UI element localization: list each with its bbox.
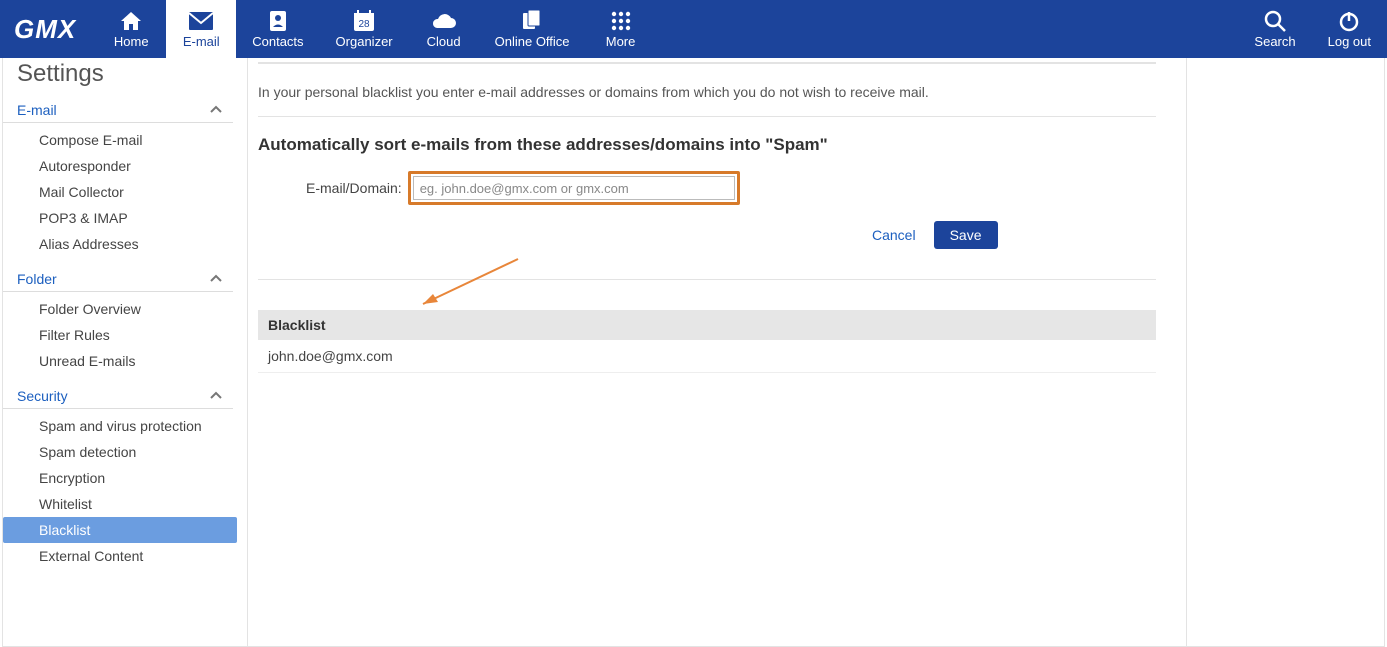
nav-item-search[interactable]: Search	[1238, 0, 1311, 58]
sidebar-item-autoresponder[interactable]: Autoresponder	[3, 153, 237, 179]
blacklist-row[interactable]: john.doe@gmx.com	[258, 340, 1156, 373]
nav-item-contacts[interactable]: Contacts	[236, 0, 319, 58]
nav-label: Online Office	[495, 34, 570, 49]
blacklist-description: In your personal blacklist you enter e-m…	[258, 63, 1156, 116]
sidebar-item-compose[interactable]: Compose E-mail	[3, 127, 237, 153]
grid-icon	[611, 10, 631, 32]
sidebar-item-pop3imap[interactable]: POP3 & IMAP	[3, 205, 237, 231]
nav-item-cloud[interactable]: Cloud	[409, 0, 479, 58]
settings-sidebar: Settings E-mail Compose E-mail Autorespo…	[3, 58, 248, 646]
nav-main: Home E-mail Contacts 28 Organizer Cloud	[96, 0, 655, 58]
nav-spacer	[656, 0, 1239, 58]
section-heading: Automatically sort e-mails from these ad…	[258, 135, 1156, 155]
nav-item-logout[interactable]: Log out	[1312, 0, 1387, 58]
save-button[interactable]: Save	[934, 221, 998, 249]
main-content: In your personal blacklist you enter e-m…	[248, 58, 1186, 646]
sidebar-item-filterrules[interactable]: Filter Rules	[3, 322, 237, 348]
nav-item-home[interactable]: Home	[96, 0, 166, 58]
sidebar-item-encryption[interactable]: Encryption	[3, 465, 237, 491]
nav-label: Organizer	[336, 34, 393, 49]
documents-icon	[520, 10, 544, 32]
sidebar-section-email[interactable]: E-mail	[3, 98, 233, 123]
chevron-up-icon	[209, 272, 223, 286]
brand-logo[interactable]: GMX	[0, 0, 96, 58]
envelope-icon	[188, 10, 214, 32]
email-domain-label: E-mail/Domain:	[306, 180, 402, 196]
right-gutter	[1186, 58, 1384, 646]
divider	[258, 116, 1156, 117]
cloud-icon	[431, 10, 457, 32]
nav-label: Home	[114, 34, 149, 49]
calendar-icon: 28	[353, 10, 375, 32]
email-domain-row: E-mail/Domain:	[306, 171, 1156, 205]
sidebar-section-security[interactable]: Security	[3, 384, 233, 409]
sidebar-item-blacklist[interactable]: Blacklist	[3, 517, 237, 543]
contacts-icon	[268, 10, 288, 32]
sidebar-item-spamdetection[interactable]: Spam detection	[3, 439, 237, 465]
nav-label: Log out	[1328, 34, 1371, 49]
nav-item-onlineoffice[interactable]: Online Office	[479, 0, 586, 58]
page-body: Settings E-mail Compose E-mail Autorespo…	[2, 58, 1385, 647]
search-icon	[1264, 10, 1286, 32]
divider	[258, 279, 1156, 280]
section-label: Folder	[17, 271, 57, 287]
nav-label: Cloud	[427, 34, 461, 49]
section-label: E-mail	[17, 102, 57, 118]
nav-label: E-mail	[183, 34, 220, 49]
sidebar-item-spamvirus[interactable]: Spam and virus protection	[3, 413, 237, 439]
cancel-button[interactable]: Cancel	[872, 227, 916, 243]
nav-item-email[interactable]: E-mail	[166, 0, 236, 58]
sidebar-section-folder[interactable]: Folder	[3, 267, 233, 292]
power-icon	[1338, 10, 1360, 32]
chevron-up-icon	[209, 389, 223, 403]
section-label: Security	[17, 388, 68, 404]
sidebar-item-whitelist[interactable]: Whitelist	[3, 491, 237, 517]
sidebar-item-folderoverview[interactable]: Folder Overview	[3, 296, 237, 322]
sidebar-item-alias[interactable]: Alias Addresses	[3, 231, 237, 257]
nav-label: Search	[1254, 34, 1295, 49]
input-highlight-annotation	[408, 171, 740, 205]
sidebar-item-externalcontent[interactable]: External Content	[3, 543, 237, 569]
nav-right: Search Log out	[1238, 0, 1387, 58]
nav-label: More	[606, 34, 636, 49]
page-title: Settings	[17, 60, 247, 88]
nav-label: Contacts	[252, 34, 303, 49]
home-icon	[119, 10, 143, 32]
nav-item-more[interactable]: More	[586, 0, 656, 58]
nav-item-organizer[interactable]: 28 Organizer	[320, 0, 409, 58]
svg-text:28: 28	[359, 19, 371, 30]
blacklist-header: Blacklist	[258, 310, 1156, 340]
form-buttons: Cancel Save	[258, 221, 1156, 249]
sidebar-item-unread[interactable]: Unread E-mails	[3, 348, 237, 374]
sidebar-item-mailcollector[interactable]: Mail Collector	[3, 179, 237, 205]
top-nav: GMX Home E-mail Contacts 28 Organizer	[0, 0, 1387, 58]
blacklist-table: Blacklist john.doe@gmx.com	[258, 310, 1156, 373]
chevron-up-icon	[209, 103, 223, 117]
email-domain-input[interactable]	[413, 176, 735, 200]
